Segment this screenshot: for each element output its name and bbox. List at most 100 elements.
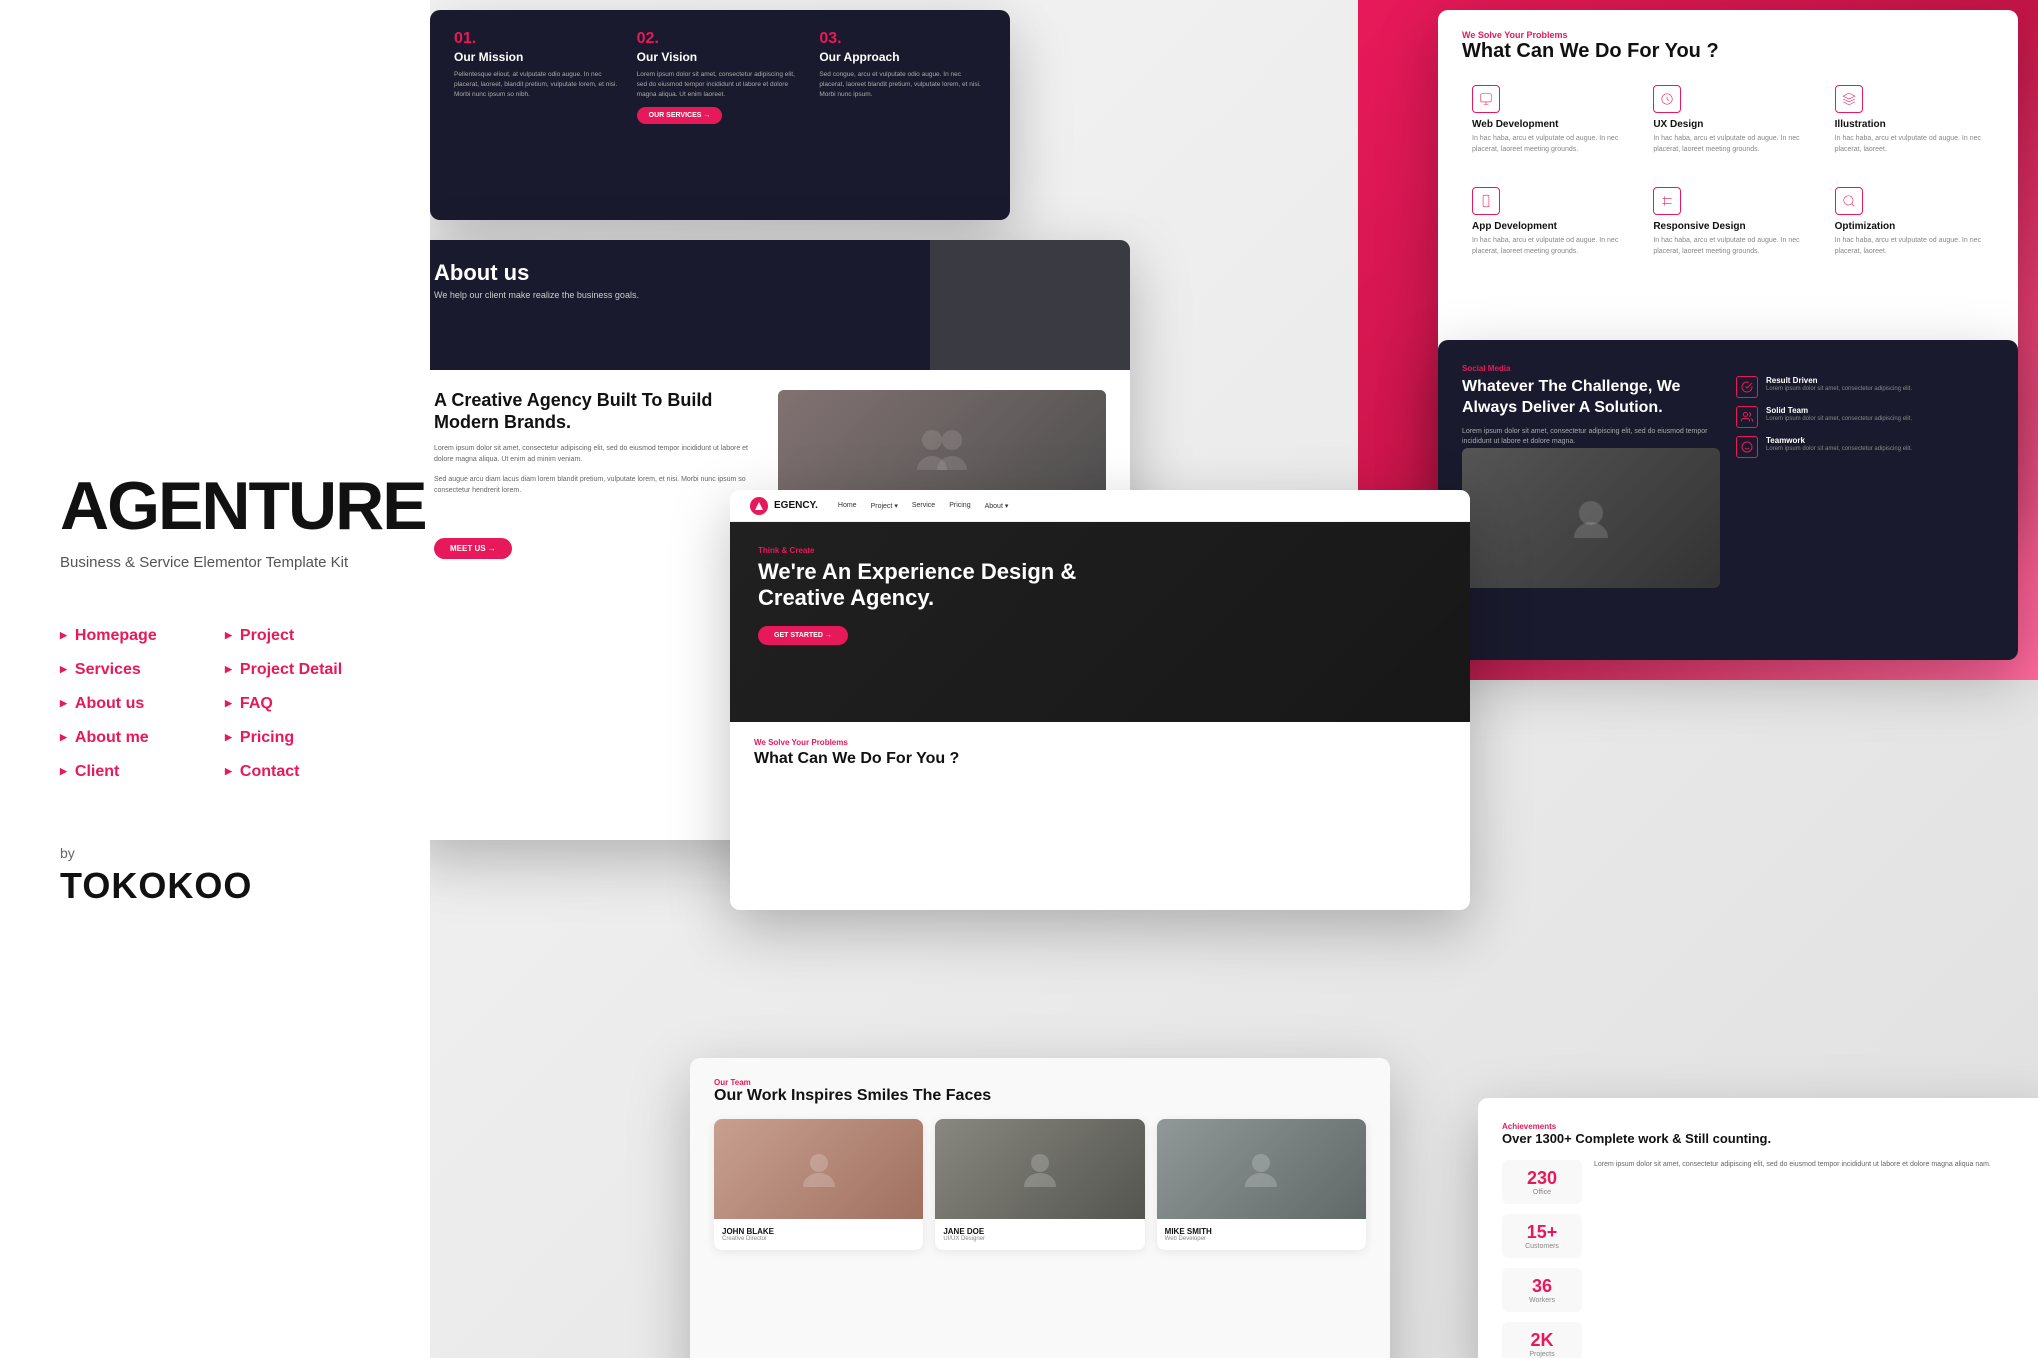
nav-item-services[interactable]: Services: [60, 657, 205, 683]
challenge-stat-text-3: Teamwork Lorem ipsum dolor sit amet, con…: [1766, 436, 1912, 453]
stat-label-customers: Customers: [1510, 1243, 1574, 1250]
team-photo-3: [1157, 1119, 1366, 1219]
challenge-title: Whatever The Challenge, We Always Delive…: [1462, 377, 1720, 419]
team-title: Our Work Inspires Smiles The Faces: [714, 1087, 1366, 1105]
stat-num-office: 230: [1510, 1168, 1574, 1189]
mission-title-1: Our Mission: [454, 50, 621, 64]
app-dev-icon: [1472, 187, 1500, 215]
optimization-icon: [1835, 187, 1863, 215]
service-desc-6: In hac haba, arcu et vulputate od augue.…: [1835, 236, 1984, 257]
service-desc-2: In hac haba, arcu et vulputate od augue.…: [1653, 134, 1802, 155]
about-body-text-1: Lorem ipsum dolor sit amet, consectetur …: [434, 443, 762, 465]
service-card-1: Web Development In hac haba, arcu et vul…: [1462, 75, 1631, 165]
team-card-1: JOHN BLAKE Creative Director: [714, 1119, 923, 1250]
challenge-stat-1: Result Driven Lorem ipsum dolor sit amet…: [1736, 376, 1994, 398]
service-card-4: App Development In hac haba, arcu et vul…: [1462, 177, 1631, 267]
service-card-6: Optimization In hac haba, arcu et vulput…: [1825, 177, 1994, 267]
teamwork-icon: [1736, 436, 1758, 458]
stat-label-projects: Projects: [1510, 1351, 1574, 1358]
mission-section-3: 03. Our Approach Sed congue, arcu et vul…: [819, 30, 986, 200]
agency-nav-pricing[interactable]: Pricing: [949, 502, 970, 510]
result-icon: [1736, 376, 1758, 398]
team-name-2: JANE DOE: [943, 1227, 1136, 1236]
screenshot-team: Our Team Our Work Inspires Smiles The Fa…: [690, 1058, 1390, 1358]
agency-nav-service[interactable]: Service: [912, 502, 935, 510]
team-info-2: JANE DOE UI/UX Designer: [935, 1219, 1144, 1250]
team-card-3: MIKE SMITH Web Developer: [1157, 1119, 1366, 1250]
mission-section-2: 02. Our Vision Lorem ipsum dolor sit ame…: [637, 30, 804, 200]
stats-sub: Achievements: [1502, 1122, 2034, 1131]
agency-nav-project[interactable]: Project ▾: [871, 502, 898, 510]
ux-icon: [1653, 85, 1681, 113]
service-name-4: App Development: [1472, 221, 1621, 232]
team-info-1: JOHN BLAKE Creative Director: [714, 1219, 923, 1250]
service-desc-5: In hac haba, arcu et vulputate od augue.…: [1653, 236, 1802, 257]
service-name-6: Optimization: [1835, 221, 1984, 232]
agency-think: Think & Create: [758, 546, 1442, 555]
agency-section-sub: We Solve Your Problems: [754, 738, 1446, 747]
nav-grid: Homepage Project Services Project Detail…: [60, 623, 370, 785]
challenge-stat-3: Teamwork Lorem ipsum dolor sit amet, con…: [1736, 436, 1994, 458]
about-body-title: A Creative Agency Built To Build Modern …: [434, 390, 762, 433]
nav-item-faq[interactable]: FAQ: [225, 691, 370, 717]
nav-item-project[interactable]: Project: [225, 623, 370, 649]
agency-body: We Solve Your Problems What Can We Do Fo…: [730, 722, 1470, 784]
agency-nav-home[interactable]: Home: [838, 502, 857, 510]
agency-nav: EGENCY. Home Project ▾ Service Pricing A…: [730, 490, 1470, 522]
nav-item-client[interactable]: Client: [60, 759, 205, 785]
team-info-3: MIKE SMITH Web Developer: [1157, 1219, 1366, 1250]
nav-item-about-us[interactable]: About us: [60, 691, 205, 717]
team-role-1: Creative Director: [722, 1236, 915, 1242]
challenge-stat-text-2: Solid Team Lorem ipsum dolor sit amet, c…: [1766, 406, 1912, 423]
service-card-2: UX Design In hac haba, arcu et vulputate…: [1643, 75, 1812, 165]
agency-cta-button[interactable]: GET STARTED →: [758, 626, 848, 645]
agency-hero: Think & Create We're An Experience Desig…: [730, 522, 1470, 722]
agency-headline: We're An Experience Design & Creative Ag…: [758, 559, 1078, 612]
team-photo-1: [714, 1119, 923, 1219]
team-card-2: JANE DOE UI/UX Designer: [935, 1119, 1144, 1250]
agency-nav-about[interactable]: About ▾: [985, 502, 1009, 510]
screenshot-challenge: Social Media Whatever The Challenge, We …: [1438, 340, 2018, 660]
services-grid: Web Development In hac haba, arcu et vul…: [1438, 75, 2018, 267]
meet-us-button[interactable]: MEET US →: [434, 538, 512, 559]
team-photo-2: [935, 1119, 1144, 1219]
services-header: We Solve Your Problems What Can We Do Fo…: [1438, 10, 2018, 75]
team-role-2: UI/UX Designer: [943, 1236, 1136, 1242]
mission-text-1: Pellentesque eliout, at vulputate odio a…: [454, 70, 621, 99]
about-header: About us We help our client make realize…: [430, 240, 1130, 370]
stat-item-office: 230 Office: [1502, 1160, 1582, 1204]
team-role-3: Web Developer: [1165, 1236, 1358, 1242]
mission-text-3: Sed congue, arcu et vulputate odio augue…: [819, 70, 986, 99]
screenshot-agency: EGENCY. Home Project ▾ Service Pricing A…: [730, 490, 1470, 910]
challenge-stat-2: Solid Team Lorem ipsum dolor sit amet, c…: [1736, 406, 1994, 428]
nav-item-contact[interactable]: Contact: [225, 759, 370, 785]
about-header-sub: We help our client make realize the busi…: [434, 290, 1106, 300]
tokokoo-brand: TOKOKOO: [60, 865, 370, 907]
service-name-5: Responsive Design: [1653, 221, 1802, 232]
stat-num-workers: 36: [1510, 1276, 1574, 1297]
agency-logo: EGENCY.: [750, 497, 818, 515]
mission-title-3: Our Approach: [819, 50, 986, 64]
nav-item-about-me[interactable]: About me: [60, 725, 205, 751]
by-section: by TOKOKOO: [60, 845, 370, 907]
stats-grid: 230 Office 15+ Customers 36 Workers 2K P…: [1502, 1160, 2034, 1358]
service-name-1: Web Development: [1472, 119, 1621, 130]
service-card-3: Illustration In hac haba, arcu et vulput…: [1825, 75, 1994, 165]
screenshot-mission: 01. Our Mission Pellentesque eliout, at …: [430, 10, 1010, 220]
nav-item-project-detail[interactable]: Project Detail: [225, 657, 370, 683]
nav-item-pricing[interactable]: Pricing: [225, 725, 370, 751]
mission-title-2: Our Vision: [637, 50, 804, 64]
about-header-title: About us: [434, 260, 1106, 286]
brand-subtitle: Business & Service Elementor Template Ki…: [60, 552, 370, 573]
screenshot-stats: Achievements Over 1300+ Complete work & …: [1478, 1098, 2038, 1358]
stat-item-projects: 2K Projects: [1502, 1322, 1582, 1358]
right-panel: 01. Our Mission Pellentesque eliout, at …: [430, 0, 2038, 1358]
challenge-stat-text-1: Result Driven Lorem ipsum dolor sit amet…: [1766, 376, 1912, 393]
challenge-sub: Social Media: [1462, 364, 1720, 373]
team-name-3: MIKE SMITH: [1165, 1227, 1358, 1236]
agency-nav-links: Home Project ▾ Service Pricing About ▾: [838, 502, 1008, 510]
challenge-image: [1462, 448, 1720, 588]
mission-text-2: Lorem ipsum dolor sit amet, consectetur …: [637, 70, 804, 99]
our-services-button[interactable]: OUR SERVICES →: [637, 107, 723, 124]
nav-item-homepage[interactable]: Homepage: [60, 623, 205, 649]
